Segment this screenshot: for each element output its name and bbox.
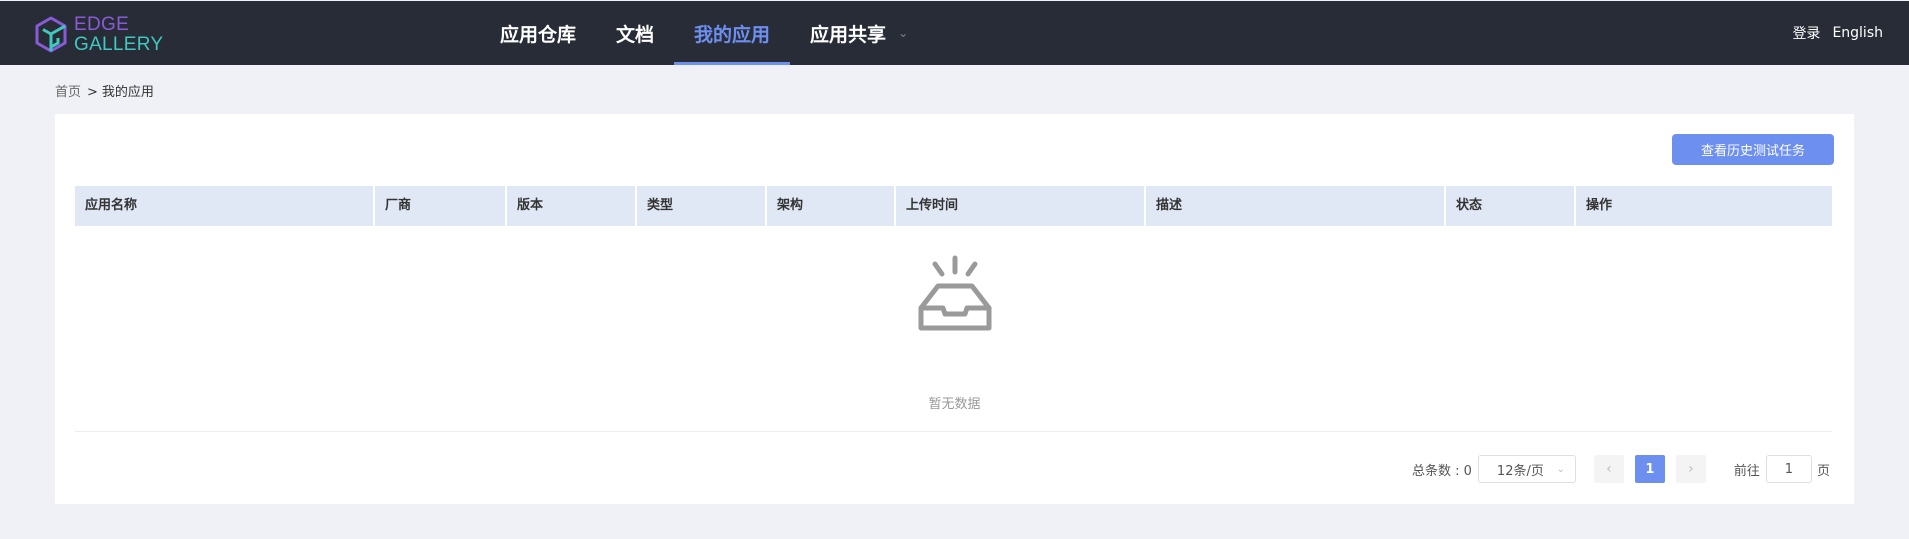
main-nav: 应用仓库 文档 我的应用 应用共享 ⌄ — [480, 1, 928, 65]
nav-my-apps[interactable]: 我的应用 — [674, 1, 791, 65]
column-description: 描述 — [1146, 186, 1446, 226]
view-history-tests-button[interactable]: 查看历史测试任务 — [1672, 134, 1834, 165]
top-navigation-bar: EDGE GALLERY 应用仓库 文档 我的应用 应用共享 ⌄ 登录 Engl… — [0, 1, 1909, 65]
page-number-current[interactable]: 1 — [1634, 455, 1665, 483]
empty-inbox-icon — [918, 255, 992, 331]
table-header: 应用名称 厂商 版本 类型 架构 上传时间 描述 状态 操作 — [75, 186, 1832, 226]
column-app-name: 应用名称 — [75, 186, 375, 226]
page-size-value: 12条/页 — [1496, 463, 1544, 479]
chevron-left-icon: ‹ — [1606, 461, 1612, 477]
goto-page-input[interactable] — [1765, 455, 1812, 483]
column-actions: 操作 — [1586, 198, 1613, 213]
nav-docs[interactable]: 文档 — [596, 1, 674, 65]
column-status: 状态 — [1446, 186, 1576, 226]
breadcrumb-home[interactable]: 首页 — [55, 85, 81, 100]
column-version: 版本 — [507, 186, 637, 226]
edgegallery-logo[interactable]: EDGE GALLERY — [34, 15, 163, 55]
my-apps-panel: 查看历史测试任务 应用名称 厂商 版本 类型 架构 上传时间 描述 状态 操作 … — [55, 114, 1854, 504]
empty-state-text: 暂无数据 — [928, 397, 981, 412]
next-page-button[interactable]: › — [1675, 455, 1706, 483]
column-architecture: 架构 — [767, 186, 896, 226]
breadcrumb-current: 我的应用 — [101, 85, 154, 100]
column-vendor: 厂商 — [375, 186, 507, 226]
pagination: 总条数 : 0 12条/页 ⌄ ‹ 1 › 前往 页 — [1412, 454, 1830, 484]
goto-suffix: 页 — [1816, 463, 1830, 479]
logo-text-edge: EDGE — [74, 14, 130, 35]
logo-text-gallery: GALLERY — [74, 34, 164, 55]
goto-prefix: 前往 — [1733, 463, 1760, 479]
nav-app-sharing[interactable]: 应用共享 ⌄ — [790, 1, 928, 65]
user-actions: 登录 English — [1792, 1, 1883, 65]
column-upload-time: 上传时间 — [896, 186, 1146, 226]
language-switch[interactable]: English — [1832, 25, 1883, 41]
chevron-right-icon: › — [1688, 461, 1694, 477]
login-link[interactable]: 登录 — [1792, 23, 1820, 43]
column-type: 类型 — [637, 186, 767, 226]
nav-app-sharing-label: 应用共享 — [810, 23, 887, 46]
table-divider — [75, 431, 1832, 432]
chevron-down-icon: ⌄ — [898, 26, 909, 40]
page-size-select[interactable]: 12条/页 ⌄ — [1477, 455, 1576, 483]
breadcrumb: 首页 > 我的应用 — [55, 81, 154, 100]
nav-app-store[interactable]: 应用仓库 — [480, 1, 596, 65]
chevron-down-icon: ⌄ — [1556, 463, 1565, 475]
prev-page-button[interactable]: ‹ — [1593, 455, 1624, 483]
logo-cube-icon — [35, 16, 67, 53]
breadcrumb-separator: > — [87, 85, 98, 100]
total-count: 总条数 : 0 — [1412, 463, 1472, 479]
